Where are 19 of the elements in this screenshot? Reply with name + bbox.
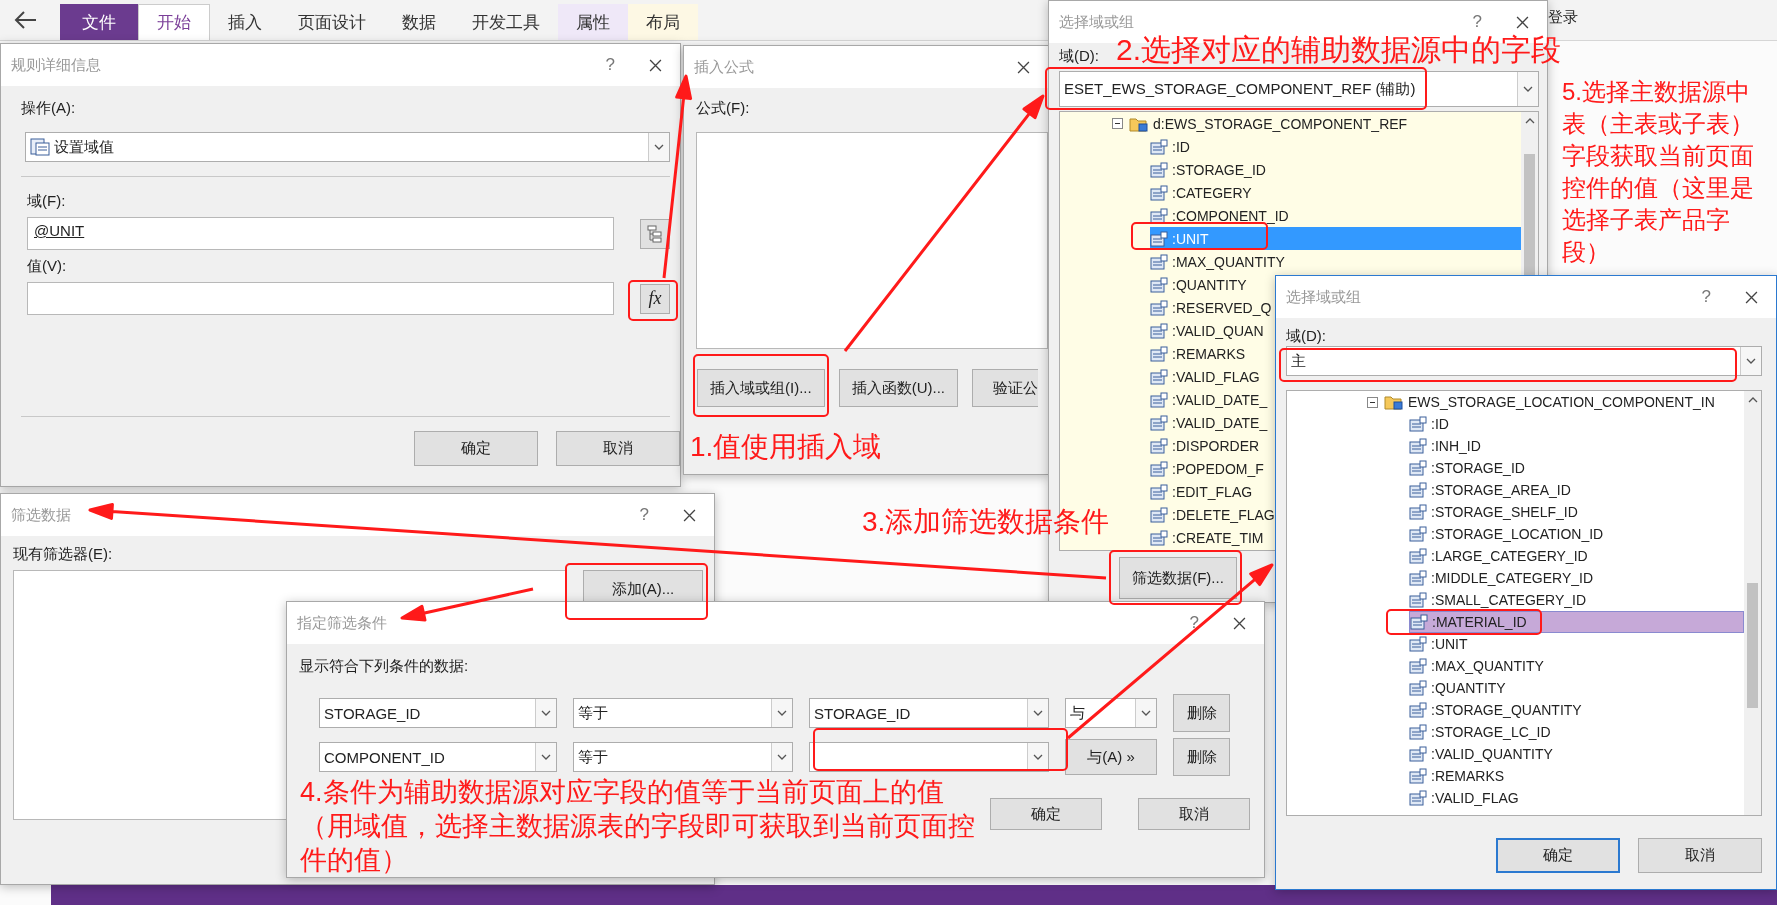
dialog-title: 插入公式 [694, 57, 755, 77]
annotation-text: 1.值使用插入域 [690, 430, 882, 464]
filters-label: 现有筛选器(E): [13, 544, 113, 564]
dialog-title: 指定筛选条件 [297, 613, 388, 633]
field-label: 域(D): [1286, 326, 1326, 346]
dialog-title: 选择域或组 [1059, 12, 1135, 32]
dialog-title: 规则详细信息 [11, 55, 102, 75]
annotation-text: 5.选择主数据源中表（主表或子表）字段获取当前页面控件的值（这里是选择子表产品字段） [1562, 77, 1755, 267]
dialog-title: 选择域或组 [1286, 287, 1362, 307]
dialog-title: 筛选数据 [11, 505, 72, 525]
action-label: 操作(A): [21, 98, 76, 118]
formula-label: 公式(F): [696, 98, 750, 118]
field-label: 域(D): [1059, 47, 1099, 65]
annotation-text: 2.选择对应的辅助数据源中的字段 [1116, 32, 1562, 68]
annotation-text: 3.添加筛选数据条件 [862, 505, 1110, 539]
field-label: 域(F): [27, 191, 66, 211]
condition-caption: 显示符合下列条件的数据: [299, 656, 469, 676]
annotation-text: 4.条件为辅助数据源对应字段的值等于当前页面上的值（用域值，选择主数据源表的字段即可获取到当前页面控件的值） [300, 776, 976, 877]
value-label: 值(V): [27, 256, 67, 276]
